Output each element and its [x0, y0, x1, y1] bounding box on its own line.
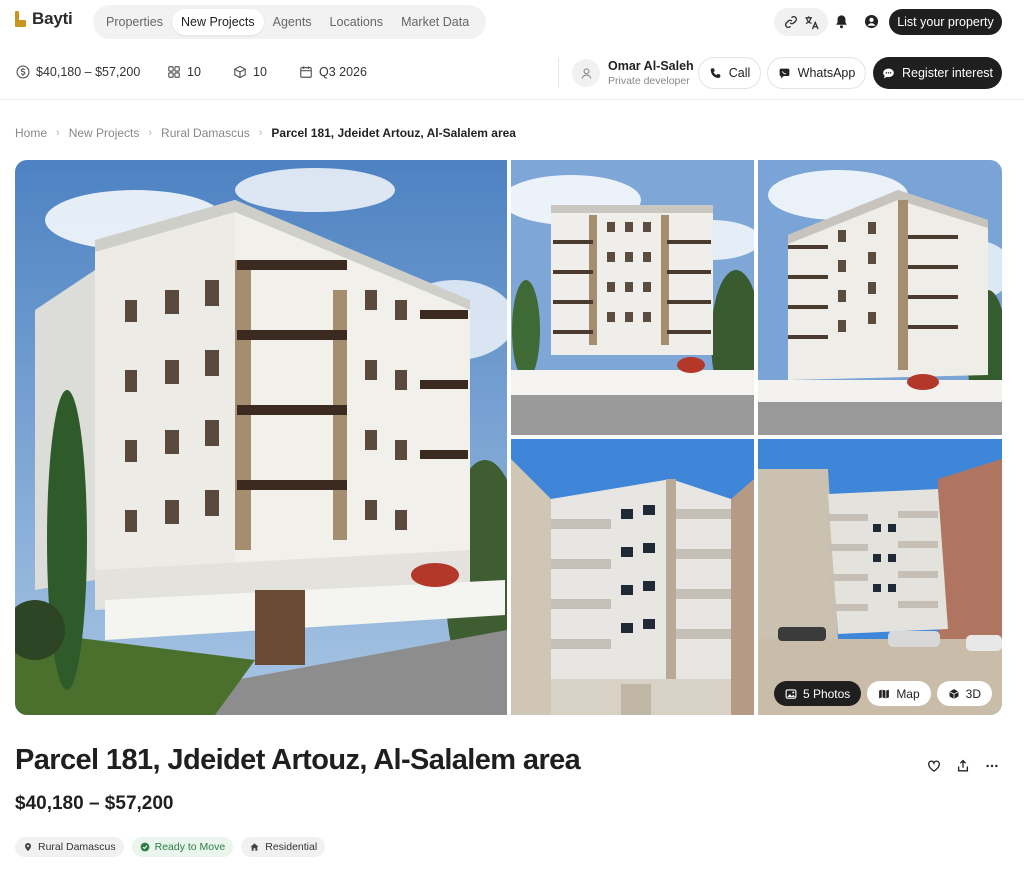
3d-view-label: 3D — [965, 686, 981, 701]
more-options-icon[interactable] — [983, 757, 1001, 775]
tag-type-label: Residential — [265, 841, 318, 853]
stat-buildings: 10 — [233, 65, 267, 79]
call-button-label: Call — [728, 66, 751, 80]
nav-item-properties[interactable]: Properties — [97, 9, 172, 35]
stat-buildings-value: 10 — [253, 65, 267, 79]
stat-price-range: $40,180 – $57,200 — [16, 65, 140, 79]
3d-view-button[interactable]: 3D — [936, 681, 992, 706]
utility-icons — [774, 8, 828, 36]
check-circle-icon — [140, 842, 149, 852]
account-icon[interactable] — [863, 13, 879, 29]
chat-bubble-icon — [883, 68, 894, 78]
whatsapp-button-label: WhatsApp — [797, 66, 856, 80]
breadcrumb-separator-icon: › — [56, 127, 60, 139]
image-icon — [785, 688, 797, 699]
register-interest-button[interactable]: Register interest — [873, 57, 1002, 89]
photo-gallery: 5 Photos Map 3D — [15, 160, 1002, 715]
call-button[interactable]: Call — [698, 57, 761, 89]
tag-status: Ready to Move — [131, 837, 234, 857]
top-navigation: Bayti Properties New Projects Agents Loc… — [0, 0, 1024, 44]
breadcrumb: Home › New Projects › Rural Damascus › P… — [15, 126, 516, 140]
breadcrumb-current: Parcel 181, Jdeidet Artouz, Al-Salalem a… — [271, 126, 516, 140]
stat-price-range-value: $40,180 – $57,200 — [36, 65, 141, 79]
phone-icon — [710, 67, 721, 78]
agent-name[interactable]: Omar Al-Saleh — [608, 59, 694, 73]
show-photos-button[interactable]: 5 Photos — [773, 681, 862, 706]
stat-delivery-value: Q3 2026 — [319, 65, 367, 79]
cube-3d-icon — [948, 688, 959, 699]
gallery-photo-2[interactable] — [511, 160, 754, 435]
main-nav: Properties New Projects Agents Locations… — [93, 5, 486, 39]
list-property-button[interactable]: List your property — [889, 9, 1002, 35]
listing-price: $40,180 – $57,200 — [15, 793, 174, 814]
brand-logo[interactable]: Bayti — [14, 9, 73, 29]
main-photo[interactable] — [15, 160, 507, 715]
breadcrumb-separator-icon: › — [258, 127, 263, 139]
breadcrumb-separator-icon: › — [148, 127, 153, 139]
location-pin-icon — [25, 842, 31, 852]
listing-actions — [925, 757, 1001, 775]
logo-mark-icon — [15, 11, 26, 27]
gallery-photo-3[interactable] — [758, 160, 1002, 435]
gallery-actions: 5 Photos Map 3D — [773, 681, 992, 706]
heart-icon[interactable] — [925, 757, 943, 775]
tag-location-label: Rural Damascus — [38, 841, 116, 853]
whatsapp-icon — [779, 68, 790, 78]
divider — [558, 58, 559, 88]
nav-item-market-data[interactable]: Market Data — [392, 9, 478, 35]
cube-icon — [234, 65, 246, 79]
translate-icon[interactable] — [804, 14, 820, 30]
listing-tags: Rural Damascus Ready to Move Residential — [15, 837, 326, 857]
house-icon — [250, 843, 259, 851]
gallery-photo-5[interactable] — [758, 439, 1002, 715]
link-icon[interactable] — [783, 14, 799, 30]
dollar-circle-icon — [16, 65, 30, 79]
brand-name: Bayti — [32, 9, 73, 28]
share-icon[interactable] — [954, 757, 972, 775]
map-icon — [879, 689, 890, 698]
map-button[interactable]: Map — [867, 681, 931, 706]
stat-units: 10 — [167, 65, 201, 79]
tag-location: Rural Damascus — [15, 837, 124, 857]
tag-type: Residential — [241, 837, 326, 857]
stat-units-value: 10 — [187, 65, 201, 79]
bell-icon[interactable] — [833, 13, 849, 29]
breadcrumb-home[interactable]: Home — [15, 126, 47, 140]
calendar-icon — [300, 66, 312, 78]
nav-item-new-projects[interactable]: New Projects — [171, 9, 264, 35]
breadcrumb-rural-damascus[interactable]: Rural Damascus — [161, 126, 250, 140]
whatsapp-button[interactable]: WhatsApp — [767, 57, 866, 89]
project-summary-bar: $40,180 – $57,200 10 10 Q3 2026 Omar Al-… — [0, 46, 1024, 100]
nav-item-agents[interactable]: Agents — [264, 9, 321, 35]
listing-title: Parcel 181, Jdeidet Artouz, Al-Salalem a… — [15, 744, 581, 776]
show-photos-label: 5 Photos — [802, 686, 851, 701]
agent-role: Private developer — [608, 75, 690, 87]
map-button-label: Map — [896, 686, 920, 701]
grid-units-icon — [168, 66, 180, 78]
gallery-photo-4[interactable] — [511, 439, 754, 715]
stat-delivery: Q3 2026 — [299, 65, 367, 79]
register-interest-label: Register interest — [901, 66, 993, 80]
user-icon — [581, 67, 591, 79]
breadcrumb-new-projects[interactable]: New Projects — [69, 126, 140, 140]
tag-status-label: Ready to Move — [154, 841, 226, 853]
nav-item-locations[interactable]: Locations — [321, 9, 393, 35]
agent-avatar[interactable] — [572, 59, 600, 87]
